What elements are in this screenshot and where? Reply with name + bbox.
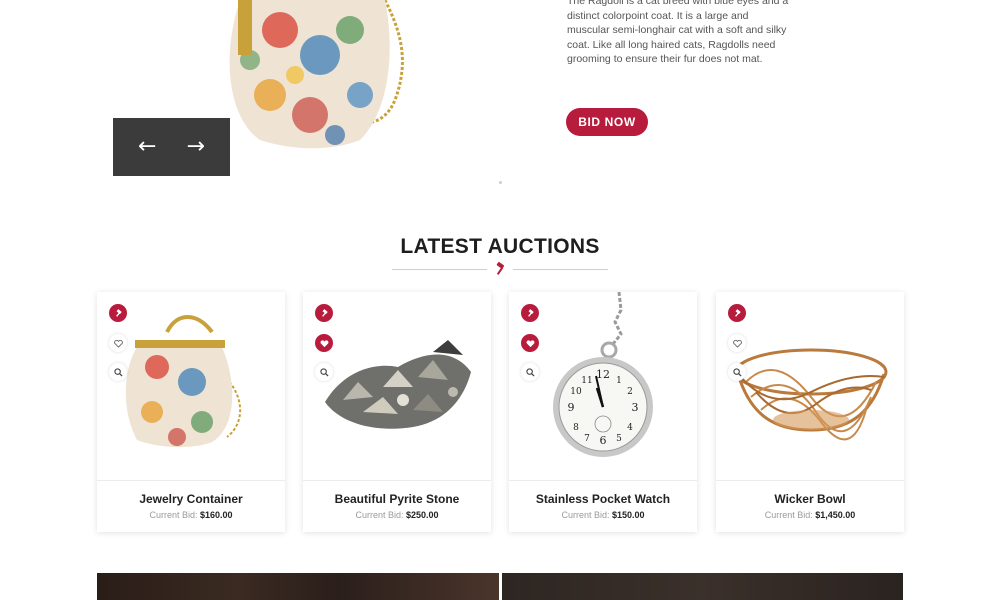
bid-label: Current Bid:: [561, 510, 610, 520]
divider-line: [392, 269, 487, 270]
heart-icon: [320, 339, 328, 347]
divider-line: [513, 269, 608, 270]
hero-slider: ← → The Ragdoll is a cat breed with blue…: [0, 0, 1000, 190]
wishlist-button[interactable]: [728, 334, 746, 352]
gavel-icon: [496, 262, 505, 275]
card-divider: [303, 480, 491, 481]
svg-text:10: 10: [570, 387, 582, 397]
slide-indicator-dot[interactable]: [499, 181, 502, 184]
wishlist-button[interactable]: [315, 334, 333, 352]
gavel-icon: [527, 308, 534, 317]
hero-product-image: [229, 0, 404, 149]
svg-text:4: 4: [627, 423, 633, 433]
bid-label: Current Bid:: [149, 510, 198, 520]
gavel-icon: [115, 308, 122, 317]
search-icon: [732, 367, 742, 377]
svg-text:7: 7: [584, 434, 590, 444]
svg-text:8: 8: [573, 423, 579, 433]
svg-text:5: 5: [616, 434, 622, 444]
svg-text:9: 9: [568, 401, 575, 414]
bid-gavel-button[interactable]: [109, 304, 127, 322]
wishlist-button[interactable]: [109, 334, 127, 352]
card-divider: [509, 480, 697, 481]
quick-view-button[interactable]: [521, 363, 539, 381]
quick-view-button[interactable]: [315, 363, 333, 381]
title-divider: [392, 262, 608, 276]
bid-label: Current Bid:: [764, 510, 813, 520]
svg-text:2: 2: [627, 387, 633, 397]
wishlist-button[interactable]: [521, 334, 539, 352]
bid-price: $160.00: [200, 510, 233, 520]
card-title[interactable]: Wicker Bowl: [716, 492, 904, 506]
auction-card[interactable]: Beautiful Pyrite Stone Current Bid: $250…: [303, 292, 491, 532]
bid-price: $250.00: [406, 510, 439, 520]
search-icon: [319, 367, 329, 377]
auction-card[interactable]: Jewelry Container Current Bid: $160.00: [97, 292, 285, 532]
bid-price: $1,450.00: [815, 510, 856, 520]
slider-nav: ← →: [113, 118, 230, 176]
heart-icon: [732, 339, 742, 348]
svg-text:12: 12: [596, 368, 610, 381]
search-icon: [113, 367, 123, 377]
heart-icon: [113, 339, 123, 348]
quick-view-button[interactable]: [728, 363, 746, 381]
heart-icon: [526, 339, 534, 347]
bid-gavel-button[interactable]: [315, 304, 333, 322]
search-icon: [525, 367, 535, 377]
card-divider: [716, 480, 904, 481]
card-title[interactable]: Jewelry Container: [97, 492, 285, 506]
card-title[interactable]: Beautiful Pyrite Stone: [303, 492, 491, 506]
card-current-bid: Current Bid: $250.00: [303, 510, 491, 520]
svg-text:3: 3: [632, 401, 639, 414]
card-current-bid: Current Bid: $160.00: [97, 510, 285, 520]
card-current-bid: Current Bid: $150.00: [509, 510, 697, 520]
auction-card[interactable]: 12 3 6 9 1 2 4 5 7 8 10 11 Stainless Poc…: [509, 292, 697, 532]
bid-now-button[interactable]: BID NOW: [566, 108, 648, 136]
bid-gavel-button[interactable]: [521, 304, 539, 322]
svg-text:11: 11: [581, 376, 592, 386]
card-current-bid: Current Bid: $1,450.00: [716, 510, 904, 520]
hero-description: The Ragdoll is a cat breed with blue eye…: [567, 0, 789, 66]
promo-banner[interactable]: [97, 573, 499, 600]
product-image: [125, 315, 241, 448]
gavel-icon: [734, 308, 741, 317]
gavel-icon: [321, 308, 328, 317]
bid-gavel-button[interactable]: [728, 304, 746, 322]
arrow-left-icon[interactable]: ←: [138, 136, 156, 158]
product-image: [325, 340, 471, 429]
promo-banner[interactable]: [502, 573, 903, 600]
auction-card[interactable]: Wicker Bowl Current Bid: $1,450.00: [716, 292, 904, 532]
bid-label: Current Bid:: [355, 510, 404, 520]
quick-view-button[interactable]: [109, 363, 127, 381]
svg-text:6: 6: [600, 434, 607, 447]
section-title: LATEST AUCTIONS: [400, 235, 600, 258]
bid-price: $150.00: [612, 510, 645, 520]
card-title[interactable]: Stainless Pocket Watch: [509, 492, 697, 506]
product-image: 12 3 6 9 1 2 4 5 7 8 10 11: [553, 292, 653, 457]
arrow-right-icon[interactable]: →: [187, 136, 205, 158]
card-divider: [97, 480, 285, 481]
product-image: [734, 348, 888, 441]
svg-text:1: 1: [616, 376, 622, 386]
